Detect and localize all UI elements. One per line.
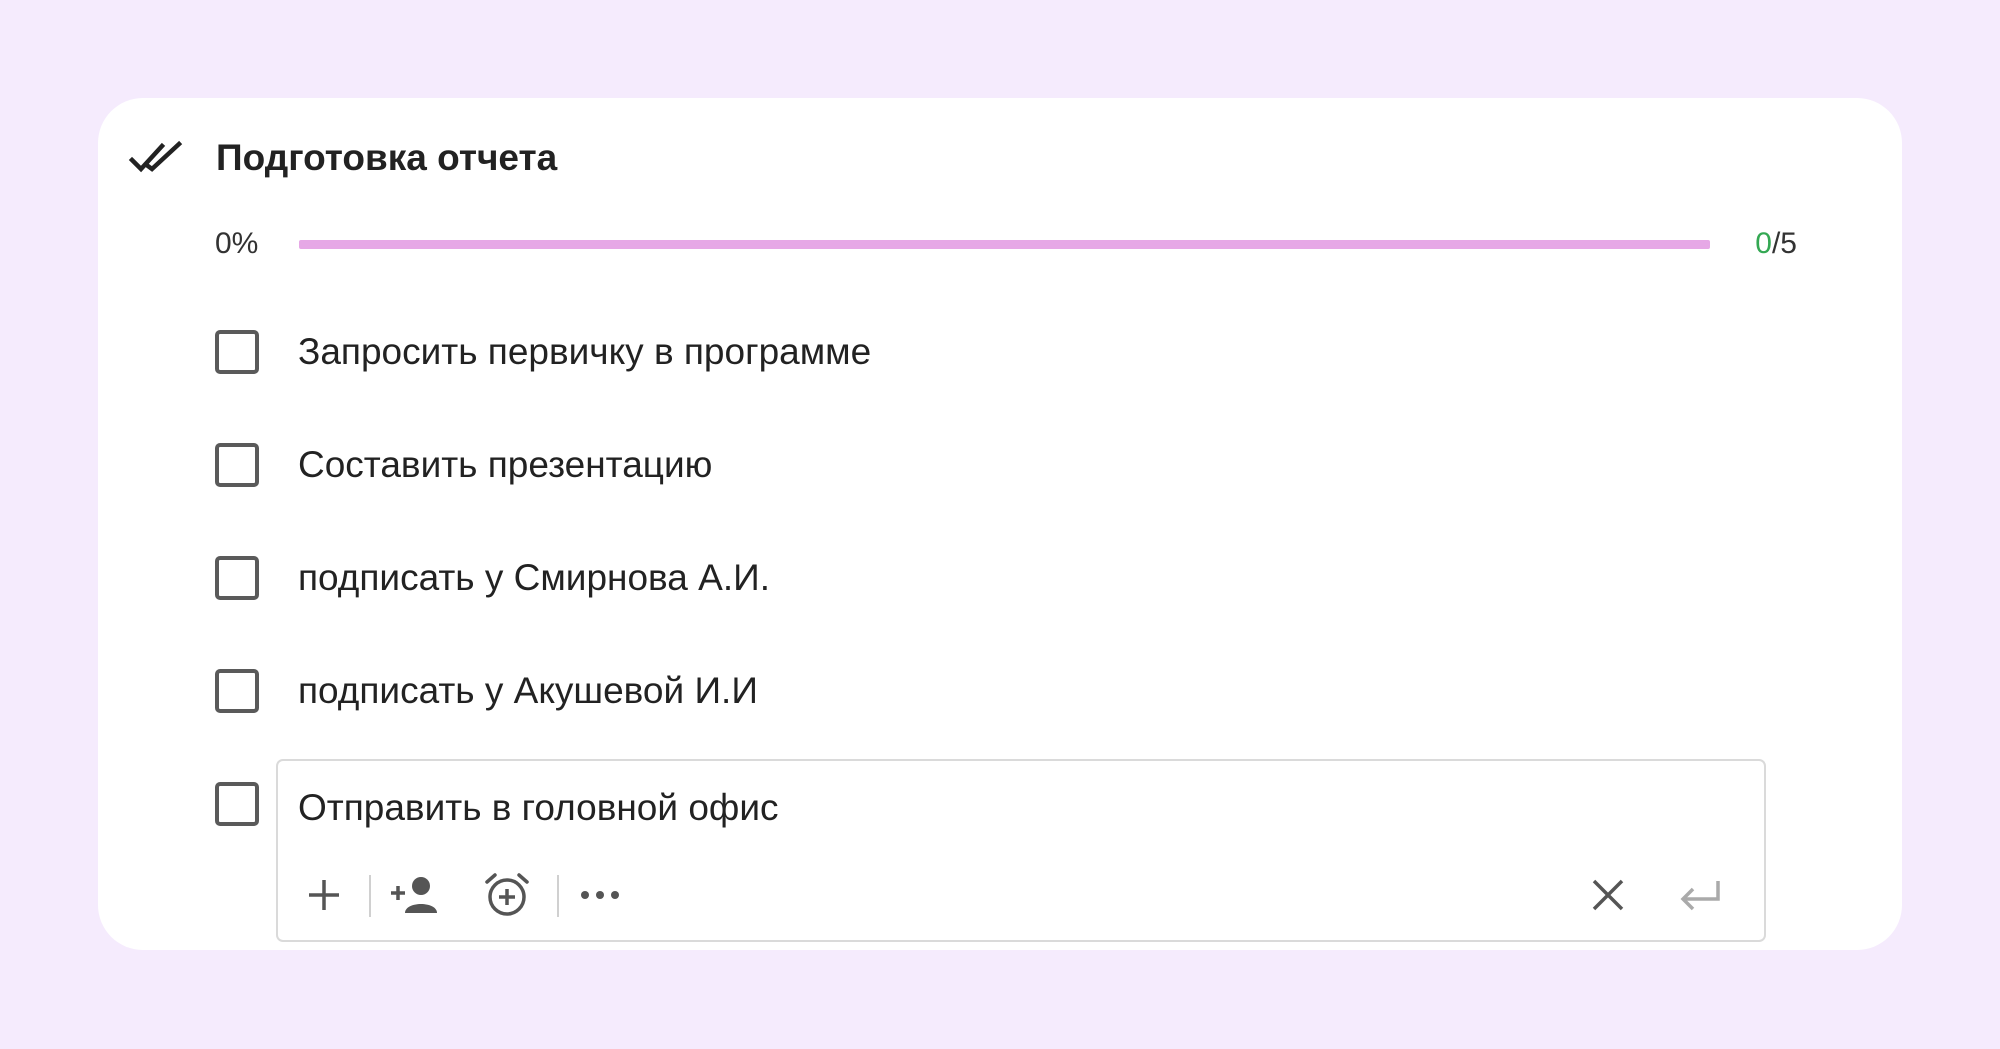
more-options-button[interactable] — [570, 867, 630, 927]
task-checkbox[interactable] — [215, 669, 259, 713]
progress-row: 0% 0/5 — [215, 223, 1797, 263]
progress-done-count: 0 — [1755, 227, 1772, 260]
task-item: Составить презентацию — [215, 435, 712, 495]
task-label[interactable]: Запросить первичку в программе — [298, 331, 871, 373]
task-checkbox[interactable] — [215, 330, 259, 374]
task-checkbox[interactable] — [215, 556, 259, 600]
task-item: подписать у Акушевой И.И — [215, 661, 758, 721]
progress-count: 0/5 — [1755, 227, 1797, 261]
save-task-button[interactable] — [1670, 867, 1730, 927]
task-checkbox[interactable] — [215, 782, 259, 826]
task-item: Запросить первичку в программе — [215, 322, 871, 382]
add-subtask-button[interactable] — [294, 867, 354, 927]
task-edit-input[interactable] — [298, 783, 1738, 833]
double-check-icon — [128, 138, 186, 178]
add-person-icon — [387, 873, 443, 922]
checklist-title: Подготовка отчета — [216, 137, 558, 178]
alarm-add-icon — [482, 870, 532, 925]
toolbar-separator — [369, 875, 371, 917]
checklist-header: Подготовка отчета — [128, 128, 557, 188]
progress-total-count: /5 — [1771, 227, 1797, 260]
more-horizontal-icon — [578, 888, 622, 907]
plus-icon — [304, 875, 344, 920]
progress-percent: 0% — [215, 227, 259, 260]
task-editor — [276, 759, 1766, 942]
add-reminder-button[interactable] — [477, 867, 537, 927]
assign-person-button[interactable] — [385, 867, 445, 927]
checklist-card: Подготовка отчета 0% 0/5 Запросить перви… — [98, 98, 1902, 950]
progress-bar — [299, 240, 1710, 249]
task-label[interactable]: подписать у Смирнова А.И. — [298, 557, 770, 599]
close-icon — [1588, 875, 1628, 920]
enter-icon — [1676, 875, 1724, 920]
toolbar-separator — [557, 875, 559, 917]
task-checkbox[interactable] — [215, 443, 259, 487]
task-label[interactable]: Составить презентацию — [298, 444, 712, 486]
editing-task-item — [215, 774, 259, 834]
cancel-edit-button[interactable] — [1578, 867, 1638, 927]
task-label[interactable]: подписать у Акушевой И.И — [298, 670, 758, 712]
task-item: подписать у Смирнова А.И. — [215, 548, 770, 608]
